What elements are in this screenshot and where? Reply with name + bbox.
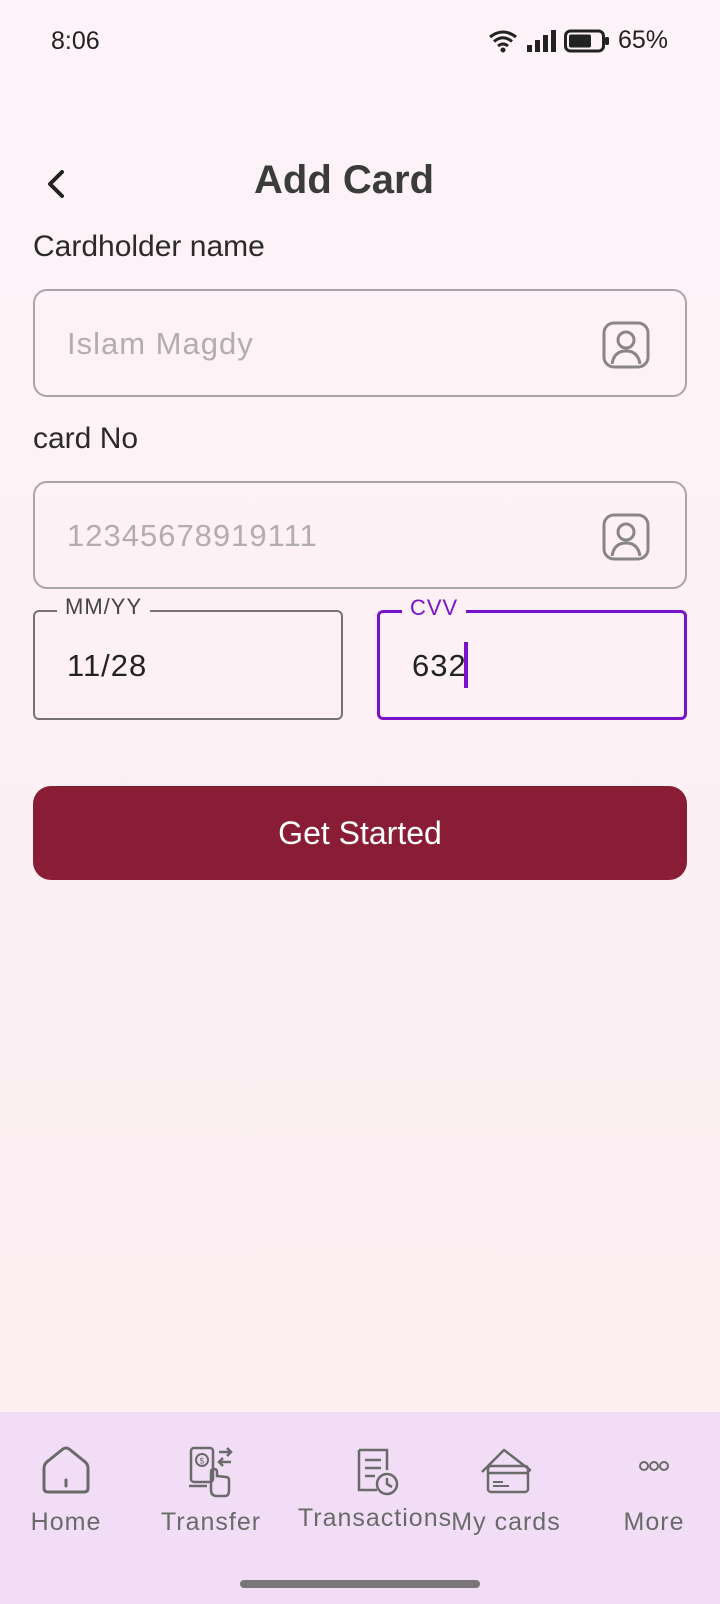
cardholder-name-field[interactable] bbox=[33, 289, 687, 397]
cardholder-name-label: Cardholder name bbox=[33, 230, 265, 263]
cardholder-name-input[interactable] bbox=[65, 291, 609, 397]
battery-icon bbox=[563, 29, 609, 52]
nav-item-more[interactable]: More bbox=[588, 1412, 720, 1562]
nav-label-transactions: Transactions bbox=[297, 1504, 453, 1532]
nav-label-more: More bbox=[623, 1508, 685, 1536]
user-icon bbox=[602, 513, 650, 561]
nav-item-home[interactable]: Home bbox=[0, 1412, 132, 1562]
transactions-icon bbox=[357, 1448, 399, 1496]
nav-label-transfer: Transfer bbox=[160, 1508, 262, 1536]
signal-icon bbox=[526, 29, 556, 52]
cvv-input[interactable] bbox=[410, 613, 664, 719]
transfer-icon: $ bbox=[189, 1446, 233, 1498]
battery-percentage: 65% bbox=[617, 26, 668, 54]
user-icon bbox=[602, 321, 650, 369]
status-icons: 65% bbox=[488, 26, 668, 55]
nav-label-my-cards: My cards bbox=[451, 1508, 561, 1536]
more-icon bbox=[639, 1461, 669, 1471]
status-bar: 8:06 65% bbox=[0, 0, 720, 84]
cvv-field[interactable]: CVV bbox=[377, 595, 687, 720]
card-number-label: card No bbox=[33, 422, 139, 455]
cards-icon bbox=[481, 1448, 532, 1494]
expiry-input[interactable] bbox=[65, 612, 319, 720]
svg-text:$: $ bbox=[199, 1457, 205, 1467]
expiry-field[interactable]: MM/YY bbox=[33, 594, 343, 720]
home-icon bbox=[42, 1446, 90, 1494]
nav-item-transactions[interactable]: Transactions bbox=[290, 1412, 460, 1562]
get-started-button[interactable]: Get Started bbox=[33, 786, 687, 880]
card-number-field[interactable] bbox=[33, 481, 687, 589]
home-indicator[interactable] bbox=[240, 1580, 480, 1588]
bottom-navigation: Home $ Transfer Transactions My cards Mo… bbox=[0, 1412, 720, 1604]
nav-item-my-cards[interactable]: My cards bbox=[440, 1412, 572, 1562]
page-title: Add Card bbox=[254, 158, 434, 202]
status-time: 8:06 bbox=[51, 27, 100, 55]
text-cursor bbox=[464, 642, 468, 688]
nav-label-home: Home bbox=[30, 1508, 102, 1536]
wifi-icon bbox=[489, 30, 517, 52]
nav-item-transfer[interactable]: $ Transfer bbox=[145, 1412, 277, 1562]
card-number-input[interactable] bbox=[65, 483, 609, 589]
